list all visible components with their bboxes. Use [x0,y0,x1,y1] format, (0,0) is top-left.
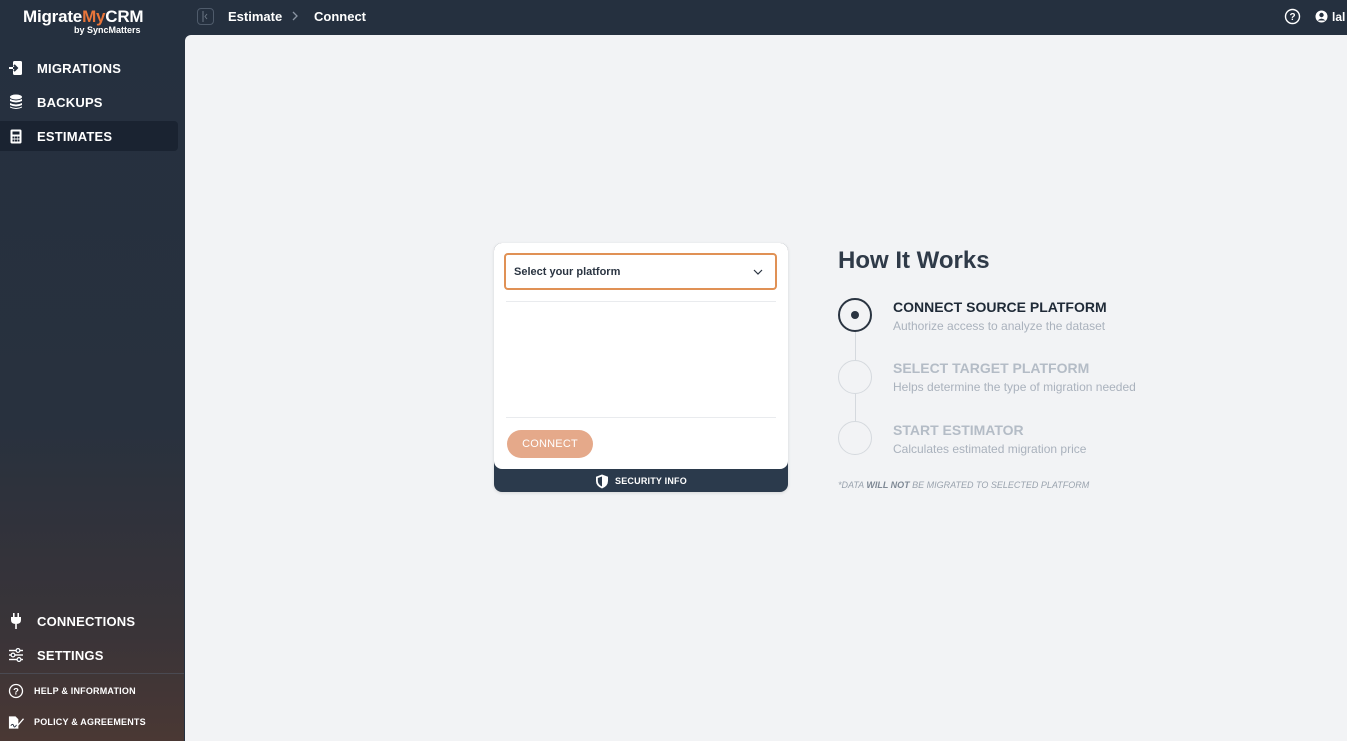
breadcrumb-connect: Connect [314,9,366,24]
step-3-indicator [838,421,872,455]
card-divider-top [506,301,776,302]
step-2-indicator [838,360,872,394]
security-info-button[interactable]: SECURITY INFO [494,471,788,491]
step-2-description: Helps determine the type of migration ne… [893,380,1136,394]
main-content: Select your platform CONNECT SECURITY IN… [185,35,1347,741]
sidebar-item-estimates[interactable]: ESTIMATES [0,121,178,151]
sidebar-item-policy[interactable]: POLICY & AGREEMENTS [0,707,178,737]
plug-icon [8,613,24,629]
sidebar-item-label: MIGRATIONS [37,60,122,76]
shield-icon [596,474,609,488]
migrations-icon [8,60,24,76]
sidebar-item-label: ESTIMATES [37,128,113,144]
sidebar-divider [0,673,184,674]
top-bar: MigrateMyCRM by SyncMatters Estimate Con… [0,0,1347,35]
sidebar-item-label: HELP & INFORMATION [34,686,136,696]
breadcrumb-chevron-icon [290,8,300,29]
breadcrumb-estimate[interactable]: Estimate [228,9,282,24]
card-divider-bottom [506,417,776,418]
collapse-icon [202,11,208,22]
svg-text:?: ? [1289,12,1295,23]
logo-text-my: My [82,7,106,26]
collapse-sidebar-button[interactable] [197,8,214,25]
migration-footnote: *DATA WILL NOT BE MIGRATED TO SELECTED P… [838,480,1089,490]
connect-button[interactable]: CONNECT [507,430,593,458]
step-3-title: START ESTIMATOR [893,422,1024,438]
user-name[interactable]: lal [1332,10,1345,24]
database-icon [8,94,24,110]
footnote-emphasis: WILL NOT [866,480,910,490]
step-1-description: Authorize access to analyze the dataset [893,319,1106,333]
help-icon[interactable]: ? [1284,8,1301,30]
sidebar-item-label: SETTINGS [37,647,104,663]
step-1-title: CONNECT SOURCE PLATFORM [893,299,1107,315]
calculator-icon [8,128,24,144]
footnote-text: *DATA [838,480,867,490]
step-connector [855,332,856,361]
step-active-dot [851,311,859,319]
sidebar-item-label: CONNECTIONS [37,613,136,629]
security-info-label: SECURITY INFO [615,476,687,486]
step-3-description: Calculates estimated migration price [893,442,1087,456]
user-avatar-icon[interactable] [1315,10,1328,28]
app-logo[interactable]: MigrateMyCRM by SyncMatters [23,7,153,37]
connect-card-body: Select your platform CONNECT [494,243,788,469]
sidebar-item-help[interactable]: ? HELP & INFORMATION [0,676,178,706]
sliders-icon [8,647,24,663]
svg-text:?: ? [13,687,19,698]
step-connector [855,394,856,422]
platform-select[interactable]: Select your platform [504,253,777,290]
connect-card: Select your platform CONNECT SECURITY IN… [494,243,788,492]
logo-text-crm: CRM [105,7,144,26]
sidebar-item-migrations[interactable]: MIGRATIONS [0,53,178,83]
sidebar: MIGRATIONS BACKUPS ESTIMATES CONNECTIONS… [0,35,184,741]
how-it-works-title: How It Works [838,247,990,274]
help-circle-icon: ? [8,683,24,699]
chevron-down-icon [753,266,763,278]
sidebar-item-settings[interactable]: SETTINGS [0,640,178,670]
platform-select-placeholder: Select your platform [514,265,621,278]
logo-subtitle: by SyncMatters [74,25,141,35]
sidebar-item-label: BACKUPS [37,94,103,110]
sidebar-item-backups[interactable]: BACKUPS [0,87,178,117]
sidebar-item-label: POLICY & AGREEMENTS [34,717,146,727]
sidebar-item-connections[interactable]: CONNECTIONS [0,606,178,636]
step-1-indicator [838,298,872,332]
logo-text-migrate: Migrate [23,7,83,26]
footnote-text: BE MIGRATED TO SELECTED PLATFORM [909,480,1090,490]
document-sign-icon [8,714,24,730]
step-2-title: SELECT TARGET PLATFORM [893,360,1090,376]
